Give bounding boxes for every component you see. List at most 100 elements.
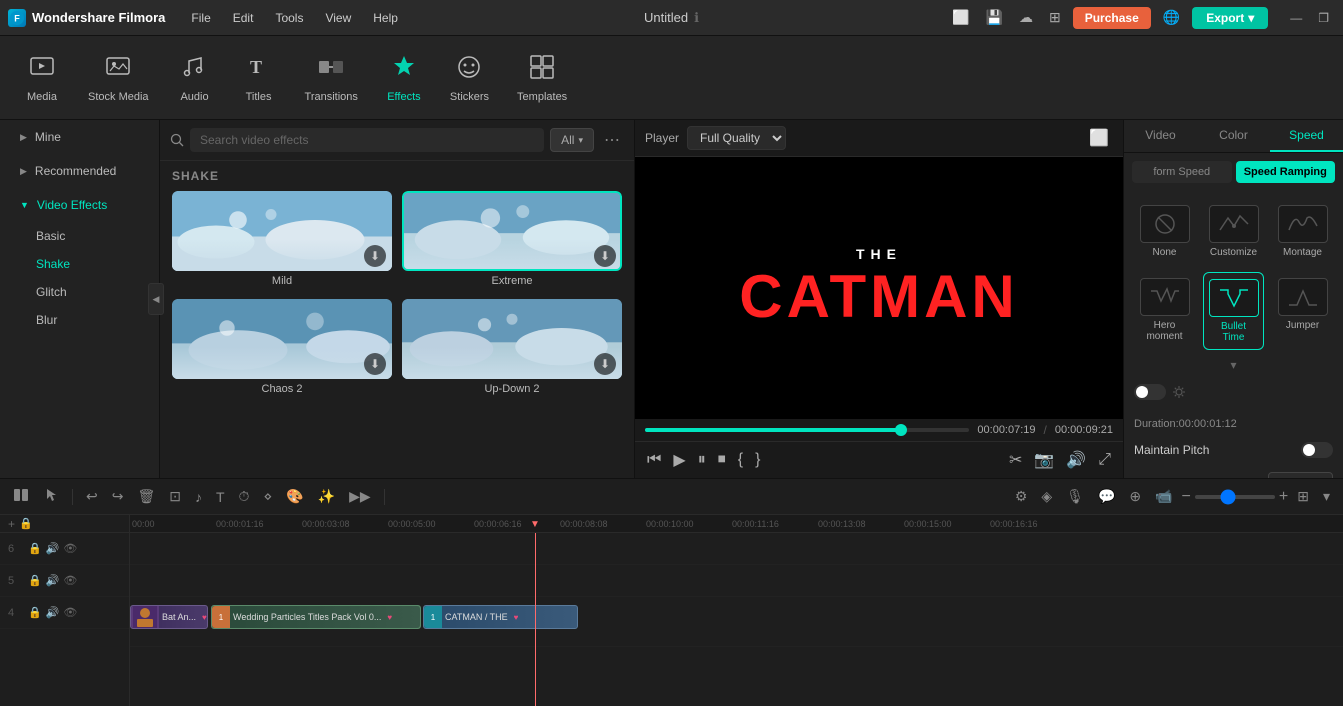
mild-download-button[interactable]: ⬇ [364, 245, 386, 267]
preset-bullet[interactable]: BulletTime [1203, 272, 1264, 350]
purchase-button[interactable]: Purchase [1073, 7, 1151, 29]
menu-file[interactable]: File [181, 7, 220, 29]
voiceover-button[interactable]: 🎙 [1061, 485, 1089, 508]
tool-templates[interactable]: Templates [505, 47, 579, 109]
rewind-button[interactable]: ⏮ [645, 449, 663, 471]
menu-edit[interactable]: Edit [223, 7, 264, 29]
tool-stock[interactable]: Stock Media [76, 47, 161, 109]
updown2-download-button[interactable]: ⬇ [594, 353, 616, 375]
preset-jumper[interactable]: Jumper [1272, 272, 1333, 350]
play-button[interactable]: ▶ [671, 448, 687, 472]
track-5-visible-icon[interactable]: 👁 [63, 574, 77, 587]
effect-updown2[interactable]: ⬇ Up-Down 2 [402, 299, 622, 397]
delete-button[interactable]: 🗑 [132, 485, 160, 508]
clip-wedding[interactable]: 1 Wedding Particles Titles Pack Vol 0...… [211, 605, 421, 629]
pause-button[interactable]: ⏸ [696, 449, 708, 471]
more-tl-button[interactable]: ▶▶ [344, 485, 376, 508]
split-mode-button[interactable] [8, 484, 34, 509]
progress-bar[interactable] [645, 428, 969, 432]
keyframe-button[interactable]: ⋄ [258, 485, 277, 508]
text-button[interactable]: T [211, 486, 230, 508]
speed-tab-uniform[interactable]: form Speed [1132, 161, 1232, 183]
sub-shake[interactable]: Shake [4, 251, 155, 277]
sub-basic[interactable]: Basic [4, 223, 155, 249]
tool-effects[interactable]: Effects [374, 47, 434, 109]
zoom-in-button[interactable]: + [1279, 488, 1288, 506]
crop-button[interactable]: ✂ [1007, 448, 1024, 472]
collapse-panel-button[interactable]: ◀ [148, 283, 164, 315]
monitor-icon[interactable]: ⬜ [948, 7, 973, 28]
panel-video-effects[interactable]: ▼ Video Effects [4, 190, 155, 220]
tab-color[interactable]: Color [1197, 120, 1270, 152]
zoom-slider[interactable] [1195, 495, 1275, 499]
restore-button[interactable]: ❐ [1312, 9, 1335, 27]
preset-montage[interactable]: Montage [1272, 199, 1333, 264]
menu-help[interactable]: Help [363, 7, 408, 29]
sub-blur[interactable]: Blur [4, 307, 155, 333]
duration-button[interactable]: ⏱ [234, 485, 255, 508]
undo-button[interactable]: ↩ [81, 485, 103, 508]
track-6-lock-icon[interactable]: 🔒 [28, 542, 42, 555]
snapshot-button[interactable]: 📷 [1032, 448, 1056, 472]
effect-mild[interactable]: ⬇ Mild [172, 191, 392, 289]
effect-tl-button[interactable]: ✨ [313, 485, 340, 508]
track-4-visible-icon[interactable]: 👁 [63, 606, 77, 619]
mark-in-button[interactable]: { [736, 449, 745, 471]
captions-button[interactable]: 💬 [1093, 485, 1120, 508]
panel-mine[interactable]: ▶ Mine [4, 122, 155, 152]
mark-out-button[interactable]: } [753, 449, 762, 471]
lock-button[interactable]: 🔒 [19, 517, 33, 530]
expand-button[interactable]: ⤢ [1096, 449, 1113, 471]
more-options-button[interactable]: ⋯ [600, 128, 624, 152]
track-4-audio-icon[interactable]: 🔊 [46, 606, 60, 619]
panel-recommended[interactable]: ▶ Recommended [4, 156, 155, 186]
tool-audio[interactable]: Audio [165, 47, 225, 109]
tab-video[interactable]: Video [1124, 120, 1197, 152]
marker-button[interactable]: ◈ [1036, 485, 1057, 508]
color-tl-button[interactable]: 🎨 [281, 485, 308, 508]
tool-titles[interactable]: T Titles [229, 47, 289, 109]
stop-button[interactable]: ⏹ [716, 449, 728, 471]
add-track-button[interactable]: + [8, 517, 15, 531]
tool-transitions[interactable]: Transitions [293, 47, 370, 109]
presets-chevron-down[interactable]: ▾ [1230, 358, 1236, 372]
preset-hero[interactable]: Heromoment [1134, 272, 1195, 350]
export-button[interactable]: Export ▾ [1192, 7, 1268, 29]
select-mode-button[interactable] [38, 484, 64, 509]
filter-button[interactable]: All ▾ [550, 128, 594, 152]
sub-glitch[interactable]: Glitch [4, 279, 155, 305]
layout-button[interactable]: ⊞ [1292, 485, 1314, 508]
track-6-visible-icon[interactable]: 👁 [63, 542, 77, 555]
track-5-lock-icon[interactable]: 🔒 [28, 574, 42, 587]
menu-tools[interactable]: Tools [265, 7, 313, 29]
tab-speed[interactable]: Speed [1270, 120, 1343, 152]
maintain-pitch-toggle[interactable] [1301, 442, 1333, 458]
volume-button[interactable]: 🔊 [1064, 448, 1088, 472]
audio-detach-button[interactable]: ♪ [190, 486, 207, 508]
settings2-button[interactable]: ▾ [1318, 485, 1335, 508]
settings-tl-button[interactable]: ⚙ [1010, 485, 1033, 508]
tool-stickers[interactable]: Stickers [438, 47, 501, 109]
preset-customize[interactable]: Customize [1203, 199, 1264, 264]
crop-tl-button[interactable]: ⊡ [164, 485, 186, 508]
effect-chaos2[interactable]: ⬇ Chaos 2 [172, 299, 392, 397]
tool-media[interactable]: Media [12, 47, 72, 109]
preset-none[interactable]: None [1134, 199, 1195, 264]
effect-extreme[interactable]: ⬇ Extreme [402, 191, 622, 289]
quality-select[interactable]: Full Quality 1/2 Quality 1/4 Quality [687, 126, 786, 150]
track-5-audio-icon[interactable]: 🔊 [46, 574, 60, 587]
extreme-download-button[interactable]: ⬇ [594, 245, 616, 267]
video-edit-button[interactable]: 📹 [1150, 485, 1177, 508]
minimize-button[interactable]: — [1284, 9, 1308, 27]
chaos2-download-button[interactable]: ⬇ [364, 353, 386, 375]
speed-tab-ramping[interactable]: Speed Ramping [1236, 161, 1336, 183]
fullscreen-icon[interactable]: ⬜ [1085, 126, 1113, 150]
redo-button[interactable]: ↪ [107, 485, 129, 508]
grid-icon[interactable]: ⊞ [1045, 7, 1065, 28]
menu-view[interactable]: View [315, 7, 361, 29]
track-4-lock-icon[interactable]: 🔒 [28, 606, 42, 619]
clip-bat[interactable]: Bat An... ♥ [130, 605, 208, 629]
search-input[interactable] [190, 128, 544, 152]
track-6-audio-icon[interactable]: 🔊 [46, 542, 60, 555]
snap-button[interactable]: ⊕ [1124, 485, 1146, 508]
